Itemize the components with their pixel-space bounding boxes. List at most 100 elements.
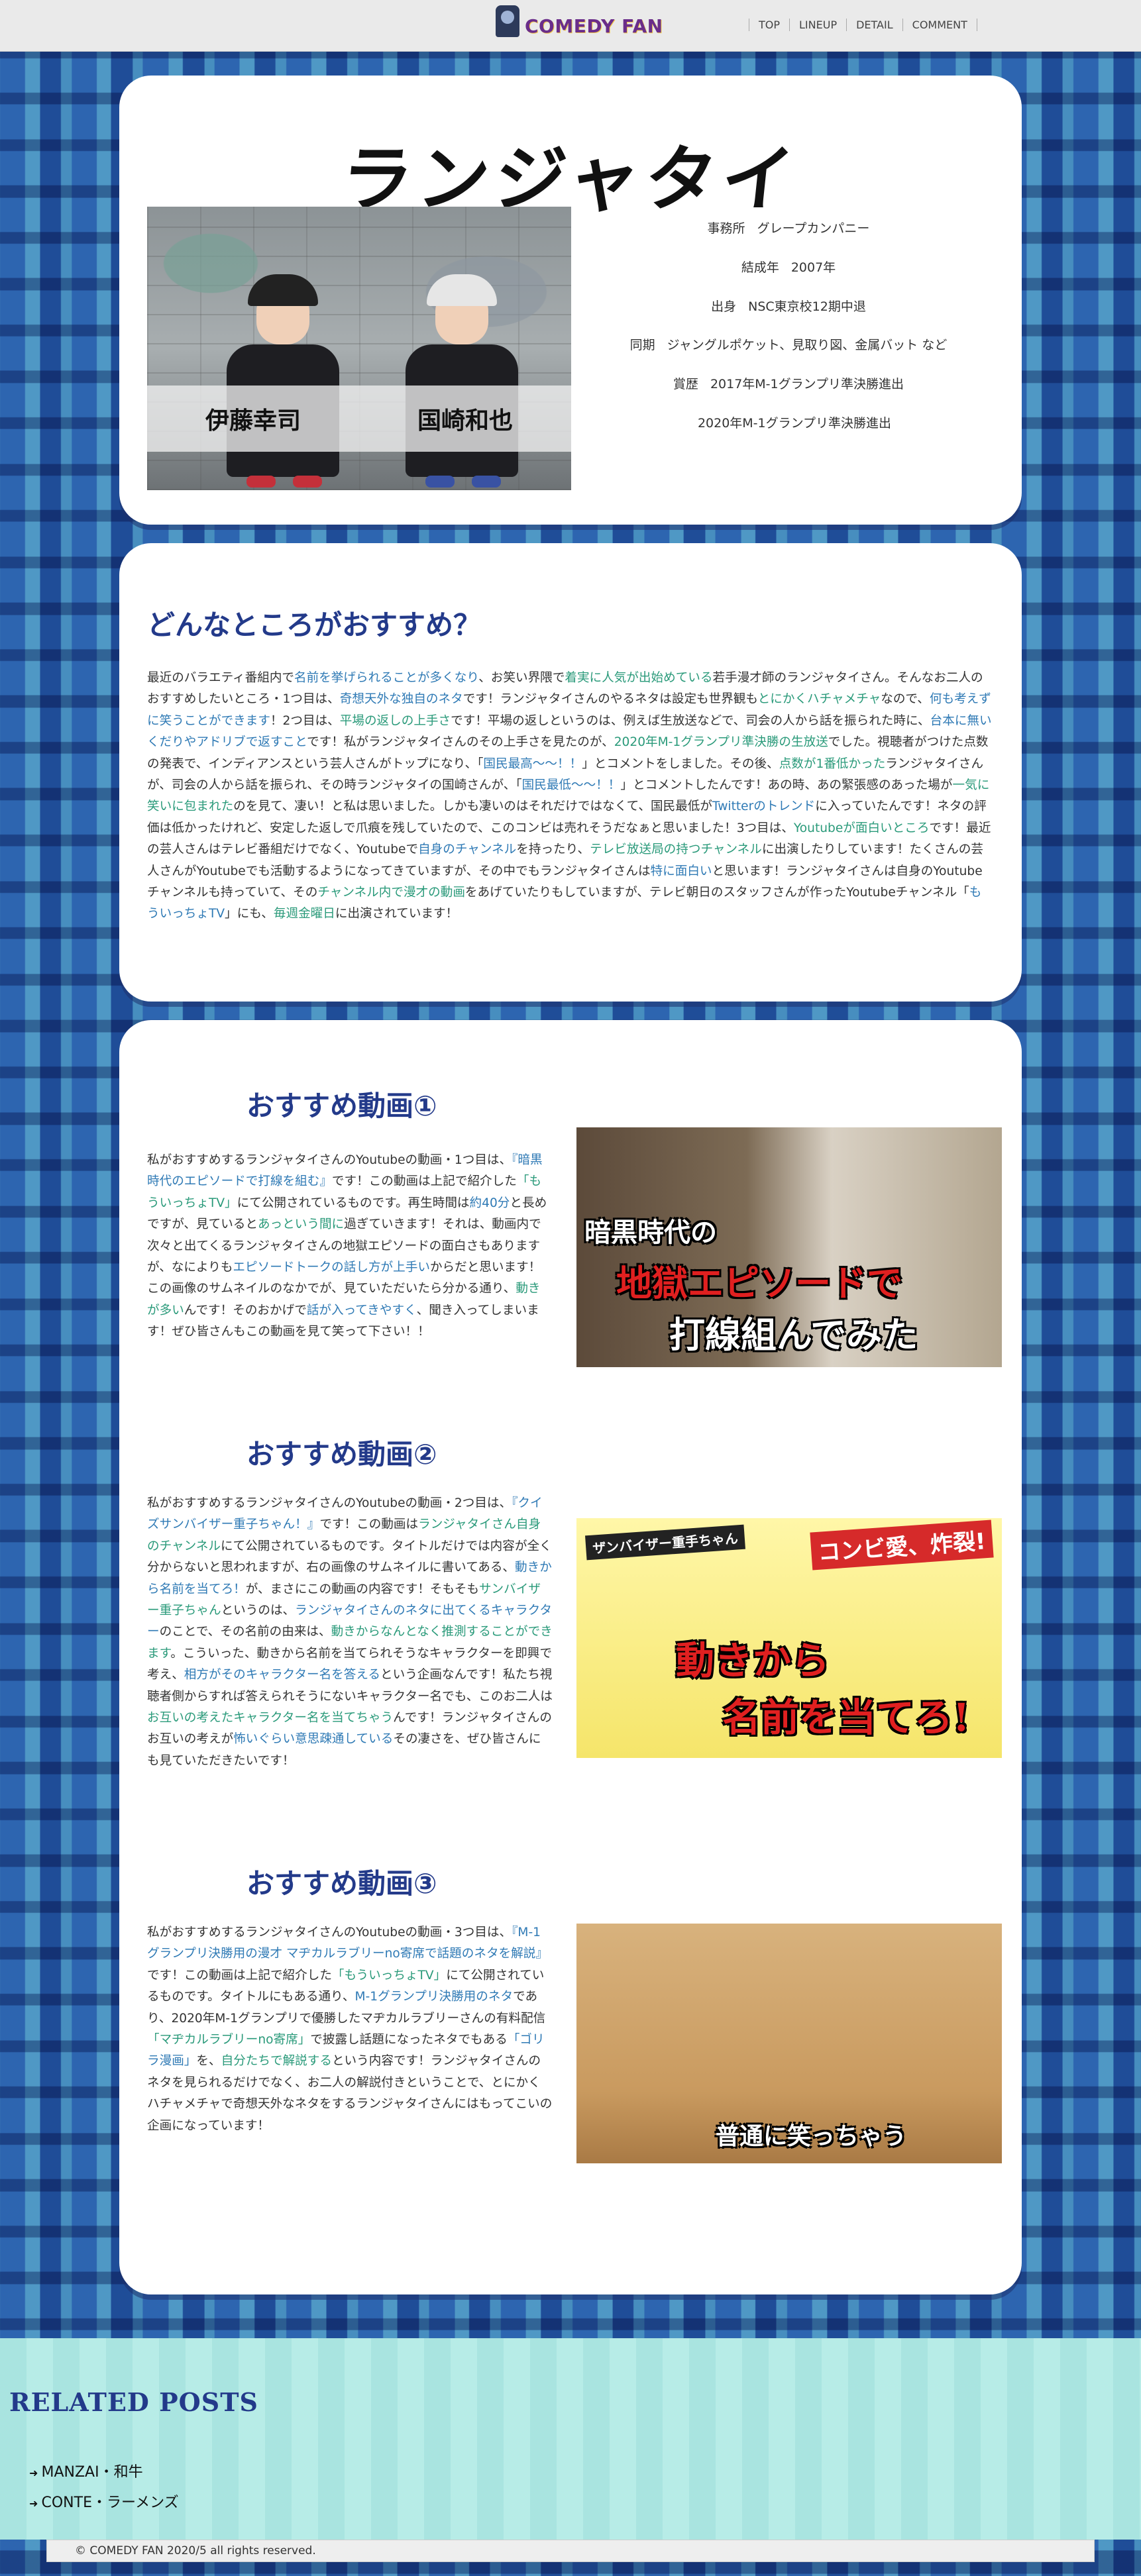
recommend-card: どんなところがおすすめ？ 最近のバラエティ番組内で名前を挙げられることが多くなり…: [119, 543, 1022, 1002]
thumb-line-3-1: 普通に笑っちゃう: [716, 2122, 907, 2150]
highlight-phrase: お互いの考えたキャラクター名を当てちゃう: [147, 1711, 394, 1726]
body-text: を持ったり、: [516, 843, 590, 857]
highlight-phrase: 「マヂカルラブリーno寄席」: [147, 2033, 311, 2047]
body-text: を、: [196, 2054, 221, 2069]
body-text: 」とコメントしたんです！あの時、あの緊張感のあった場が: [620, 778, 953, 793]
recommend-body: 最近のバラエティ番組内で名前を挙げられることが多くなり、お笑い界隈で着実に人気が…: [147, 668, 993, 925]
highlight-phrase: 着実に人気が出始めている: [565, 671, 713, 685]
body-text: 私がおすすめするランジャタイさんのYoutubeの動画・1つ目は、: [147, 1153, 512, 1167]
highlight-phrase: 特に面白い: [650, 864, 712, 878]
logo-icon: [496, 5, 519, 37]
thumb-line-1-3: 打線組んでみた: [669, 1314, 918, 1356]
profile-row-formed: 結成年 2007年: [741, 260, 836, 275]
body-text: が、まさにこの動画の内容です！そもそも: [245, 1582, 479, 1596]
highlight-phrase: 国民最高～～！！: [483, 756, 582, 771]
highlight-phrase: 奇想天外な独自のネタ: [339, 692, 463, 707]
body-text: です！私がランジャタイさんのその上手さを見たのが、: [307, 735, 614, 750]
comedian-photo: 伊藤幸司 国崎和也: [147, 207, 571, 490]
highlight-phrase: 怖いぐらい意思疎通している: [233, 1732, 394, 1747]
video-thumbnail-3[interactable]: 普通に笑っちゃう: [576, 1924, 1002, 2163]
member-figure-1: [220, 272, 346, 490]
profile-row-awards-2: 2020年M-1グランプリ準決勝進出: [697, 415, 892, 431]
profile-row-origin: 出身 NSC東京校12期中退: [711, 299, 866, 314]
video-text-3: 私がおすすめするランジャタイさんのYoutubeの動画・3つ目は、『M-1グラン…: [147, 1922, 553, 2137]
thumb-line-1-1: 暗黒時代の: [584, 1217, 717, 1248]
body-text: 私がおすすめするランジャタイさんのYoutubeの動画・3つ目は、: [147, 1926, 512, 1939]
logo-text: COMEDY FAN: [525, 15, 663, 37]
video-thumbnail-1[interactable]: 暗黒時代の 地獄エピソードで 打線組んでみた: [576, 1127, 1002, 1367]
body-text: というのは、: [221, 1604, 296, 1618]
site-logo[interactable]: COMEDY FAN: [496, 5, 663, 37]
profile-row-agency: 事務所 グレープカンパニー: [707, 221, 870, 236]
member-name-2: 国崎和也: [417, 407, 513, 435]
highlight-phrase: 「もういっちょTV」: [331, 1968, 447, 1983]
nav-lineup[interactable]: LINEUP: [789, 19, 846, 31]
highlight-phrase: 話が入ってきやすく: [306, 1303, 417, 1317]
related-heading: RELATED POSTS: [9, 2387, 258, 2417]
highlight-phrase: Youtubeが面白いところ: [793, 821, 930, 835]
highlight-phrase: 名前を挙げられることが多くなり: [294, 671, 479, 685]
highlight-phrase: 約40分: [469, 1196, 510, 1210]
highlight-phrase: 自分たちで解説する: [221, 2054, 332, 2069]
nav-detail[interactable]: DETAIL: [846, 19, 902, 31]
related-item-1[interactable]: MANZAI・和牛: [29, 2460, 179, 2481]
main-nav: TOP LINEUP DETAIL COMMENT: [749, 19, 977, 31]
profile-row-peers: 同期 ジャングルポケット、見取り図、金属バット など: [629, 338, 948, 353]
body-text: んです！そのおかげで: [184, 1303, 307, 1317]
video-heading-2: おすすめ動画②: [246, 1438, 437, 1470]
body-text: にて公開されているものです。再生時間は: [237, 1196, 470, 1210]
body-text: 」とコメントをしました。その後、: [582, 756, 779, 771]
thumb-line-2-2: コンビ愛、炸裂!: [810, 1520, 994, 1571]
body-text: です！ランジャタイさんのやるネタは設定も世界観も: [462, 692, 758, 707]
body-text: です！平場の返しというのは、例えば生放送などで、司会の人から話を振られた時に、: [451, 713, 930, 728]
profile-details: 事務所 グレープカンパニー 結成年 2007年 出身 NSC東京校12期中退 同期 ジャ…: [583, 221, 994, 455]
related-list: MANZAI・和牛 CONTE・ラーメンズ: [29, 2460, 179, 2521]
highlight-phrase: 自身のチャンネル: [418, 843, 517, 857]
related-item-2[interactable]: CONTE・ラーメンズ: [29, 2491, 179, 2512]
highlight-phrase: 国民最低～～！！: [521, 778, 621, 793]
highlight-phrase: Twitterのトレンド: [712, 799, 816, 814]
video-thumbnail-2[interactable]: ザンバイザー重手ちゃん コンビ愛、炸裂! 動きから 名前を当てろ!: [576, 1518, 1002, 1758]
highlight-phrase: 平場の返しの上手さ: [339, 713, 451, 728]
body-text: のことで、その名前の由来は、: [159, 1625, 331, 1639]
highlight-phrase: M-1グランプリ決勝用のネタ: [354, 1990, 514, 2004]
highlight-phrase: エピソードトークの話し方が上手い: [233, 1261, 430, 1275]
body-text: のを見て、凄い！と私は思いました。しかも凄いのはそれだけではなくて、国民最低が: [233, 799, 712, 814]
highlight-phrase: 2020年M-1グランプリ準決勝の生放送: [614, 735, 828, 750]
video-text-1: 私がおすすめするランジャタイさんのYoutubeの動画・1つ目は、『暗黒時代のエ…: [147, 1150, 553, 1343]
profile-row-awards: 賞歴 2017年M-1グランプリ準決勝進出: [673, 377, 904, 392]
highlight-phrase: とにかくハチャメチャ: [757, 692, 881, 707]
body-text: です！この動画は: [319, 1518, 419, 1532]
video-heading-3: おすすめ動画③: [246, 1867, 437, 1900]
body-text: 私がおすすめするランジャタイさんのYoutubeの動画・2つ目は、: [147, 1496, 512, 1510]
related-posts: RELATED POSTS MANZAI・和牛 CONTE・ラーメンズ: [0, 2338, 1141, 2540]
recommend-heading: どんなところがおすすめ？: [147, 609, 482, 641]
body-text: なので、: [881, 692, 930, 707]
video-text-2: 私がおすすめするランジャタイさんのYoutubeの動画・2つ目は、『クイズサンバ…: [147, 1493, 553, 1772]
thumb-line-1-2: 地獄エピソードで: [616, 1262, 902, 1304]
highlight-phrase: 毎週金曜日: [273, 907, 335, 921]
body-text: をあげていたりもしていますが、テレビ朝日のスタッフさんが作ったYoutubeチャ…: [464, 886, 969, 900]
body-text: に出演されています！: [335, 907, 459, 921]
top-bar: COMEDY FAN TOP LINEUP DETAIL COMMENT: [0, 0, 1141, 52]
body-text: です！この動画は上記で紹介した: [147, 1968, 332, 1983]
body-text: です！この動画は上記で紹介した: [331, 1174, 517, 1189]
body-text: で披露し話題になったネタでもある: [310, 2033, 508, 2047]
member-figure-2: [399, 272, 525, 490]
highlight-phrase: あっという間に: [257, 1217, 345, 1232]
highlight-phrase: 点数が1番低かった: [779, 756, 886, 771]
body-text: 」にも、: [225, 907, 274, 921]
video-heading-1: おすすめ動画①: [246, 1090, 437, 1122]
nav-comment[interactable]: COMMENT: [902, 19, 977, 31]
member-names: 伊藤幸司 国崎和也: [147, 386, 571, 452]
thumb-line-2-3: 動きから: [676, 1638, 830, 1683]
nav-top[interactable]: TOP: [749, 19, 789, 31]
body-text: 、お笑い界隈で: [478, 671, 565, 685]
member-name-1: 伊藤幸司: [205, 407, 301, 435]
highlight-phrase: 相方がそのキャラクター名を答える: [184, 1668, 380, 1682]
site-footer: © COMEDY FAN 2020/5 all rights reserved.: [46, 2540, 1095, 2562]
highlight-phrase: テレビ放送局の持つチャンネル: [590, 843, 762, 857]
thumb-line-2-4: 名前を当てろ!: [722, 1695, 970, 1740]
profile-card: ランジャタイ 伊藤幸司 国崎和也 事務所 グレープカンパニー 結成年 2007年 出…: [119, 76, 1022, 525]
thumb-line-2-1: ザンバイザー重手ちゃん: [585, 1524, 745, 1561]
